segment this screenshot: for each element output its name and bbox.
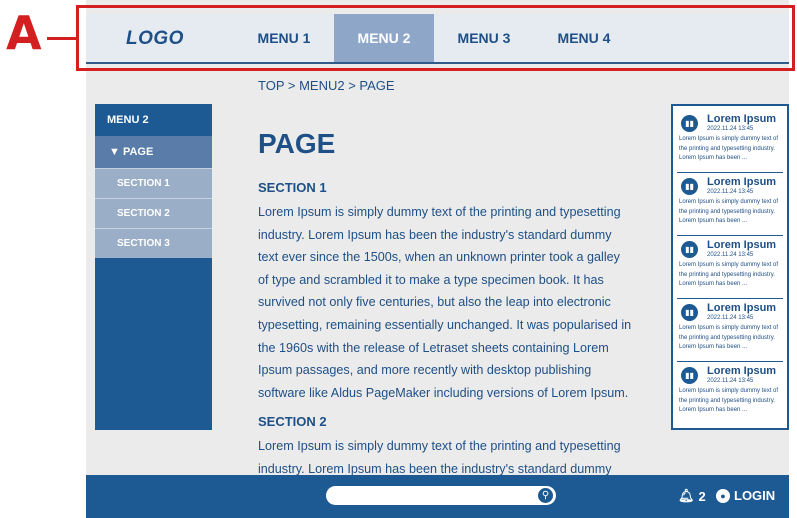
news-item[interactable]: ▮▮ Lorem Ipsum 2022.11.24 13:45 Lorem Ip… (677, 173, 783, 236)
news-item[interactable]: ▮▮ Lorem Ipsum 2022.11.24 13:45 Lorem Ip… (677, 236, 783, 299)
sidebar-item-section-1[interactable]: SECTION 1 (95, 168, 212, 198)
news-title: Lorem Ipsum (707, 176, 777, 188)
news-date: 2022.11.24 13:45 (707, 126, 754, 132)
news-item[interactable]: ▮▮ Lorem Ipsum 2022.11.24 13:45 Lorem Ip… (677, 110, 783, 173)
site-footer: ⚲ 🔔︎ 2 ● LOGIN (86, 475, 789, 518)
breadcrumb[interactable]: TOP > MENU2 > PAGE (258, 78, 395, 93)
notification-button[interactable]: 🔔︎ 2 (678, 488, 706, 504)
main-content: PAGE SECTION 1 Lorem Ipsum is simply dum… (258, 130, 633, 491)
book-icon: ▮▮ (681, 241, 698, 258)
annotation-label: A (6, 6, 42, 60)
sidebar-heading[interactable]: MENU 2 (95, 104, 212, 136)
sidebar-item-section-2[interactable]: SECTION 2 (95, 198, 212, 228)
news-body: Lorem Ipsum is simply dummy text of the … (679, 262, 779, 287)
search-input[interactable]: ⚲ (326, 486, 556, 505)
news-date: 2022.11.24 13:45 (707, 378, 754, 384)
book-icon: ▮▮ (681, 178, 698, 195)
section-paragraph: Lorem Ipsum is simply dummy text of the … (258, 439, 621, 476)
news-title: Lorem Ipsum (707, 239, 777, 251)
news-date: 2022.11.24 13:45 (707, 315, 754, 321)
news-date: 2022.11.24 13:45 (707, 252, 754, 258)
news-panel: ▮▮ Lorem Ipsum 2022.11.24 13:45 Lorem Ip… (671, 104, 789, 430)
login-button[interactable]: ● LOGIN (716, 488, 775, 503)
sidebar-nav: MENU 2 ▼ PAGE SECTION 1 SECTION 2 SECTIO… (95, 104, 212, 430)
news-body: Lorem Ipsum is simply dummy text of the … (679, 388, 779, 413)
news-date: 2022.11.24 13:45 (707, 189, 754, 195)
section-heading: SECTION 2 (258, 414, 327, 430)
page-title: PAGE (258, 128, 336, 159)
annotation-connector (47, 37, 77, 40)
bell-icon: 🔔︎ (678, 488, 695, 503)
news-body: Lorem Ipsum is simply dummy text of the … (679, 136, 779, 161)
sidebar-item-page[interactable]: ▼ PAGE (95, 136, 212, 168)
login-label: LOGIN (734, 488, 776, 503)
book-icon: ▮▮ (681, 367, 698, 384)
section-paragraph: Lorem Ipsum is simply dummy text of the … (258, 205, 632, 400)
news-body: Lorem Ipsum is simply dummy text of the … (679, 199, 779, 224)
sidebar-item-section-3[interactable]: SECTION 3 (95, 228, 212, 258)
section-heading: SECTION 1 (258, 180, 327, 195)
user-icon: ● (716, 488, 730, 503)
book-icon: ▮▮ (681, 115, 698, 132)
news-title: Lorem Ipsum (707, 302, 777, 314)
news-title: Lorem Ipsum (707, 113, 777, 125)
notification-count: 2 (698, 488, 706, 504)
search-icon[interactable]: ⚲ (538, 488, 553, 503)
news-item[interactable]: ▮▮ Lorem Ipsum 2022.11.24 13:45 Lorem Ip… (677, 362, 783, 425)
book-icon: ▮▮ (681, 304, 698, 321)
news-body: Lorem Ipsum is simply dummy text of the … (679, 325, 779, 350)
annotation-highlight-box (76, 5, 795, 71)
news-title: Lorem Ipsum (707, 365, 777, 377)
news-item[interactable]: ▮▮ Lorem Ipsum 2022.11.24 13:45 Lorem Ip… (677, 299, 783, 362)
